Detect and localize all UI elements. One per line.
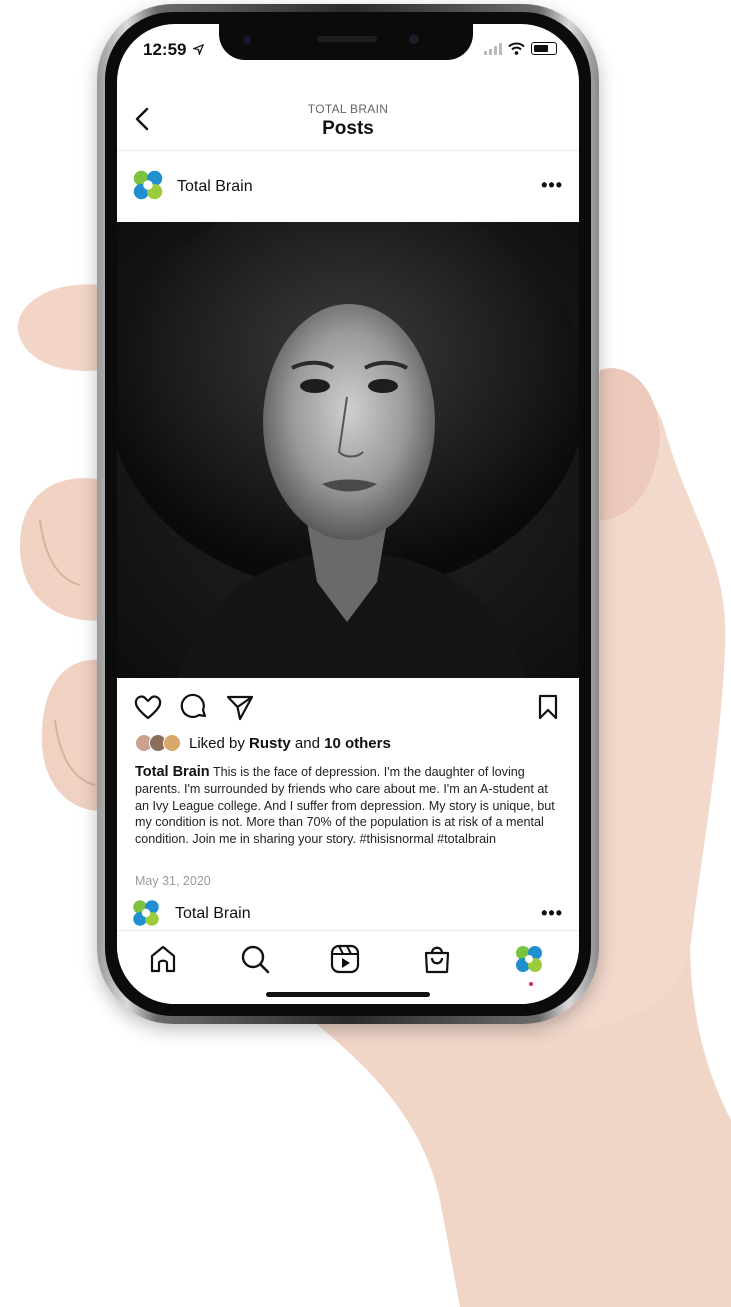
search-icon[interactable] bbox=[239, 943, 271, 975]
home-icon[interactable] bbox=[147, 943, 179, 975]
likes-summary[interactable]: Liked by Rusty and 10 others bbox=[135, 734, 391, 752]
liker-avatars bbox=[135, 734, 181, 752]
reels-icon[interactable] bbox=[329, 943, 361, 975]
location-arrow-icon bbox=[191, 43, 205, 57]
front-sensor bbox=[243, 36, 251, 44]
next-post-header: Total Brain ••• bbox=[117, 896, 579, 932]
phone-screen: 12:59 TOTAL BRAIN Posts Total Brain ••• … bbox=[117, 24, 579, 1004]
post-photo[interactable] bbox=[117, 222, 579, 678]
shop-icon[interactable] bbox=[421, 943, 453, 975]
front-camera bbox=[409, 34, 419, 44]
page-title: Posts bbox=[322, 118, 374, 139]
posts-header: TOTAL BRAIN Posts bbox=[117, 84, 579, 151]
status-time-text: 12:59 bbox=[143, 40, 187, 59]
account-name[interactable]: Total Brain bbox=[175, 905, 251, 923]
speaker bbox=[317, 36, 377, 42]
liked-by-label: Liked by bbox=[189, 734, 245, 752]
heart-icon[interactable] bbox=[133, 692, 163, 722]
more-options-icon[interactable]: ••• bbox=[541, 904, 563, 922]
liked-by-user[interactable]: Rusty bbox=[249, 735, 291, 752]
header-subtitle: TOTAL BRAIN bbox=[307, 102, 389, 116]
liker-avatar bbox=[163, 734, 181, 752]
post-date: May 31, 2020 bbox=[135, 874, 211, 888]
status-time: 12:59 bbox=[143, 40, 205, 60]
post-actions bbox=[117, 688, 579, 728]
home-indicator[interactable] bbox=[266, 992, 430, 997]
battery-icon bbox=[531, 42, 557, 55]
liked-by-and: and bbox=[294, 734, 320, 752]
liked-by-others[interactable]: 10 others bbox=[324, 735, 391, 752]
share-icon[interactable] bbox=[225, 692, 255, 722]
account-name[interactable]: Total Brain bbox=[177, 178, 253, 196]
portrait-image bbox=[117, 222, 579, 678]
wifi-icon bbox=[508, 42, 525, 55]
more-options-icon[interactable]: ••• bbox=[541, 176, 563, 194]
comment-icon[interactable] bbox=[179, 692, 209, 722]
post-header: Total Brain ••• bbox=[117, 152, 579, 222]
phone: 12:59 TOTAL BRAIN Posts Total Brain ••• … bbox=[97, 4, 599, 1024]
account-avatar[interactable] bbox=[129, 896, 163, 930]
account-avatar[interactable] bbox=[129, 166, 167, 204]
bookmark-icon[interactable] bbox=[533, 692, 563, 722]
profile-avatar[interactable] bbox=[513, 943, 545, 975]
status-indicators bbox=[484, 42, 557, 55]
notch bbox=[219, 24, 473, 60]
caption-username[interactable]: Total Brain bbox=[135, 764, 210, 780]
cellular-signal-icon bbox=[484, 42, 502, 55]
notification-dot bbox=[529, 982, 533, 986]
post-caption: Total Brain This is the face of depressi… bbox=[135, 764, 563, 848]
